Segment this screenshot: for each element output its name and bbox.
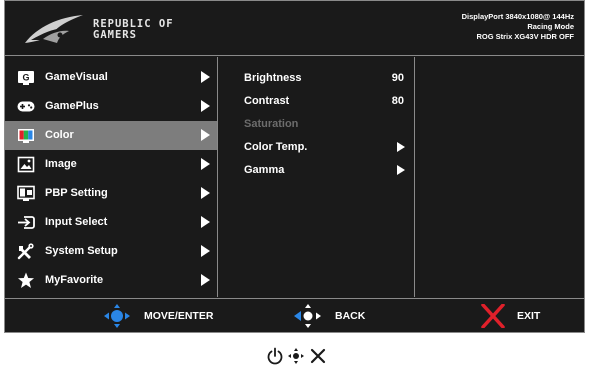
submenu-item-label: Brightness	[244, 72, 302, 84]
submenu-item-contrast[interactable]: Contrast 80	[219, 90, 414, 112]
brightness-value: 90	[391, 72, 404, 84]
submenu-item-label: Saturation	[244, 118, 299, 130]
submenu-item-color-temp[interactable]: Color Temp.	[219, 136, 414, 158]
image-icon	[17, 156, 35, 173]
back-label: BACK	[335, 310, 366, 322]
menu-item-color[interactable]: Color	[5, 121, 217, 150]
submenu-item-label: Color Temp.	[244, 141, 308, 153]
svg-text:G: G	[22, 73, 29, 83]
menu-item-myfavorite[interactable]: MyFavorite	[5, 266, 217, 295]
menu-item-label: PBP Setting	[45, 187, 108, 199]
menu-item-gamevisual[interactable]: G GameVisual	[5, 63, 217, 92]
joystick-move-icon[interactable]	[102, 304, 132, 328]
arrow-right-icon	[201, 187, 210, 199]
main-menu: G GameVisual GamePlus Color Image PBP Se…	[5, 57, 218, 297]
submenu-item-label: Contrast	[244, 95, 290, 107]
menu-item-label: Input Select	[45, 216, 108, 228]
menu-item-label: System Setup	[45, 245, 118, 257]
status-info: DisplayPort 3840x1080@ 144Hz Racing Mode…	[462, 12, 574, 42]
contrast-value: 80	[391, 95, 404, 107]
menu-item-label: MyFavorite	[45, 274, 104, 286]
submenu-item-saturation: Saturation	[219, 113, 414, 135]
arrow-right-icon	[201, 71, 210, 83]
arrow-right-icon	[397, 165, 405, 175]
menu-item-image[interactable]: Image	[5, 150, 217, 179]
footer-bar: MOVE/ENTER BACK EXIT	[5, 298, 584, 332]
submenu-item-brightness[interactable]: Brightness 90	[219, 67, 414, 89]
menu-item-label: GamePlus	[45, 100, 99, 112]
menu-item-label: Color	[45, 129, 74, 141]
mode-status: Racing Mode	[527, 22, 574, 31]
arrow-right-icon	[201, 158, 210, 170]
menu-item-system-setup[interactable]: System Setup	[5, 237, 217, 266]
move-enter-label: MOVE/ENTER	[144, 310, 214, 322]
arrow-right-icon	[201, 100, 210, 112]
power-icon[interactable]	[266, 347, 284, 365]
close-icon[interactable]	[309, 347, 327, 365]
menu-item-pbp-setting[interactable]: PBP Setting	[5, 179, 217, 208]
model-hdr-status: ROG Strix XG43V HDR OFF	[476, 32, 574, 41]
input-select-icon	[18, 216, 35, 229]
color-icon	[18, 129, 34, 143]
star-icon	[18, 272, 34, 288]
menu-item-label: GameVisual	[45, 71, 108, 83]
submenu-item-gamma[interactable]: Gamma	[219, 159, 414, 181]
pbp-icon	[17, 185, 35, 201]
joystick-back-icon[interactable]	[293, 304, 323, 328]
gamepad-icon	[17, 101, 35, 112]
arrow-right-icon	[201, 274, 210, 286]
input-signal-status: DisplayPort 3840x1080@ 144Hz	[461, 12, 574, 21]
color-submenu: Brightness 90 Contrast 80 Saturation Col…	[219, 57, 415, 297]
menu-item-label: Image	[45, 158, 77, 170]
brand-line-2: GAMERS	[93, 29, 137, 41]
exit-x-icon[interactable]	[478, 304, 508, 328]
osd-menu: REPUBLIC OF GAMERS DisplayPort 3840x1080…	[4, 0, 585, 333]
brand-name: REPUBLIC OF GAMERS	[93, 19, 174, 41]
submenu-item-label: Gamma	[244, 164, 285, 176]
detail-panel	[416, 57, 584, 297]
gamevisual-icon: G	[18, 71, 34, 85]
arrow-right-icon	[201, 216, 210, 228]
rog-logo-icon	[25, 15, 83, 43]
arrow-right-icon	[201, 129, 210, 141]
joystick-icon[interactable]	[287, 347, 305, 365]
menu-item-gameplus[interactable]: GamePlus	[5, 92, 217, 121]
arrow-right-icon	[201, 245, 210, 257]
exit-label: EXIT	[517, 310, 541, 322]
tools-icon	[17, 243, 34, 260]
header: REPUBLIC OF GAMERS DisplayPort 3840x1080…	[5, 1, 584, 56]
arrow-right-icon	[397, 142, 405, 152]
menu-item-input-select[interactable]: Input Select	[5, 208, 217, 237]
